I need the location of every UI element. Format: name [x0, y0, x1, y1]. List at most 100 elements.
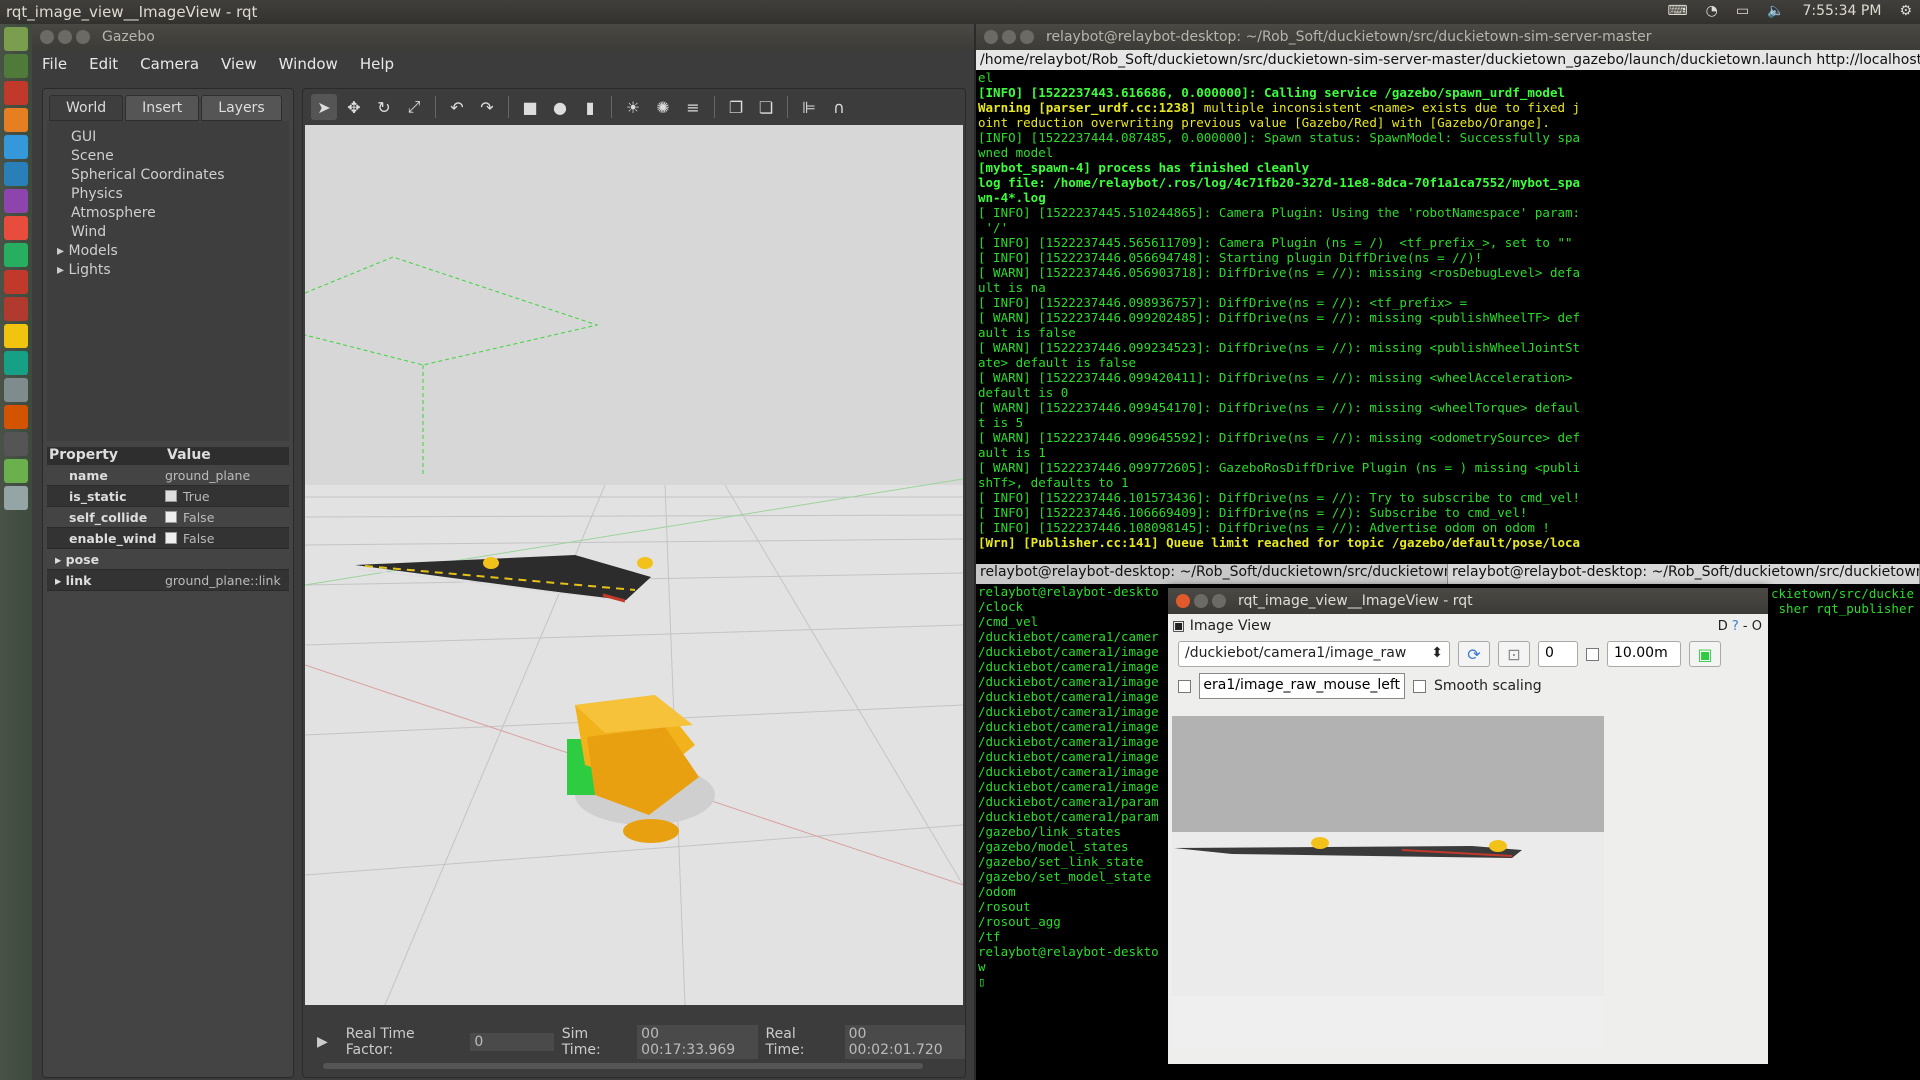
- box-icon[interactable]: ■: [517, 94, 543, 120]
- app-icon[interactable]: [4, 405, 28, 429]
- tab-layers[interactable]: Layers: [201, 95, 282, 121]
- sphere-icon[interactable]: ●: [547, 94, 573, 120]
- terminal-tab-2[interactable]: relaybot@relaybot-desktop: ~/Rob_Soft/du…: [1448, 564, 1920, 584]
- dock-label[interactable]: D: [1718, 619, 1728, 634]
- smooth-scaling-checkbox[interactable]: [1413, 679, 1426, 693]
- publish-mouse-checkbox[interactable]: [1178, 679, 1191, 693]
- close-icon[interactable]: [984, 30, 998, 44]
- scale-icon[interactable]: ⤢: [401, 94, 427, 120]
- tree-item[interactable]: Spherical Coordinates: [47, 167, 289, 186]
- terminal-icon[interactable]: [4, 432, 28, 456]
- menu-file[interactable]: File: [42, 55, 67, 73]
- minimize-icon[interactable]: [1194, 594, 1208, 608]
- tree-item[interactable]: Atmosphere: [47, 205, 289, 224]
- tab-insert[interactable]: Insert: [125, 95, 200, 121]
- mouse-topic-input[interactable]: era1/image_raw_mouse_left: [1199, 673, 1405, 699]
- table-row[interactable]: link ground_plane::link: [47, 570, 289, 591]
- tree-item[interactable]: GUI: [47, 129, 289, 148]
- close-icon[interactable]: [40, 30, 54, 44]
- render-viewport[interactable]: ➤ ✥ ↻ ⤢ ↶ ↷ ■ ● ▮ ☀ ✺ ≡ ❐ ❏ ⊫ ∩ ▶ Real T…: [302, 88, 966, 1078]
- app-icon[interactable]: [4, 270, 28, 294]
- tree-item-models[interactable]: Models: [47, 243, 289, 262]
- scrollbar[interactable]: [323, 1063, 923, 1069]
- snap-icon[interactable]: ∩: [826, 94, 852, 120]
- maximize-icon[interactable]: [76, 30, 90, 44]
- undo-icon[interactable]: ↶: [444, 94, 470, 120]
- menu-window[interactable]: Window: [279, 55, 338, 73]
- terminal-tab-1[interactable]: relaybot@relaybot-desktop: ~/Rob_Soft/du…: [976, 564, 1448, 584]
- 3d-scene[interactable]: [305, 125, 963, 1005]
- checkbox[interactable]: [165, 532, 177, 544]
- rotation-spinbox[interactable]: 0: [1538, 641, 1578, 667]
- table-row[interactable]: enable_wind False: [47, 528, 289, 549]
- app-icon[interactable]: [4, 297, 28, 321]
- dash-icon[interactable]: [4, 27, 28, 51]
- terminal-tab[interactable]: /home/relaybot/Rob_Soft/duckietown/src/d…: [976, 50, 1920, 70]
- wifi-icon[interactable]: ◔: [1706, 3, 1718, 19]
- close-icon[interactable]: [1176, 594, 1190, 608]
- menu-camera[interactable]: Camera: [140, 55, 199, 73]
- smooth-scaling-label: Smooth scaling: [1434, 678, 1542, 694]
- rotate-icon[interactable]: ↻: [371, 94, 397, 120]
- minimize-icon[interactable]: [1002, 30, 1016, 44]
- keyboard-icon[interactable]: ⌨: [1667, 3, 1687, 19]
- table-row[interactable]: is_static True: [47, 486, 289, 507]
- camera-image[interactable]: [1172, 716, 1604, 1046]
- translate-icon[interactable]: ✥: [341, 94, 367, 120]
- maximize-icon[interactable]: [1212, 594, 1226, 608]
- refresh-icon[interactable]: ⟳: [1458, 641, 1490, 667]
- tree-item[interactable]: Physics: [47, 186, 289, 205]
- menu-help[interactable]: Help: [360, 55, 394, 73]
- select-arrow-icon[interactable]: ➤: [311, 94, 337, 120]
- app-icon[interactable]: [4, 486, 28, 510]
- app-icon[interactable]: [4, 324, 28, 348]
- app-icon[interactable]: [4, 135, 28, 159]
- tree-item[interactable]: Wind: [47, 224, 289, 243]
- paste-icon[interactable]: ❏: [753, 94, 779, 120]
- app-icon[interactable]: [4, 243, 28, 267]
- firefox-icon[interactable]: [4, 108, 28, 132]
- checkbox[interactable]: [165, 490, 177, 502]
- topic-value: /duckiebot/camera1/image_raw: [1185, 645, 1407, 661]
- table-row[interactable]: self_collide False: [47, 507, 289, 528]
- table-row[interactable]: pose: [47, 549, 289, 570]
- prop-value: False: [183, 530, 215, 546]
- save-image-icon[interactable]: ▣: [1689, 641, 1721, 667]
- help-icon[interactable]: ?: [1732, 619, 1739, 634]
- tree-item-lights[interactable]: Lights: [47, 262, 289, 281]
- app-icon[interactable]: [4, 216, 28, 240]
- terminal-line: ckietown/src/duckie: [1771, 586, 1914, 601]
- app-icon[interactable]: [4, 378, 28, 402]
- tree-item[interactable]: Scene: [47, 148, 289, 167]
- files-icon[interactable]: [4, 54, 28, 78]
- align-icon[interactable]: ⊫: [796, 94, 822, 120]
- maximize-icon[interactable]: [1020, 30, 1034, 44]
- app-icon[interactable]: [4, 162, 28, 186]
- app-icon[interactable]: [4, 189, 28, 213]
- clock[interactable]: 7:55:34 PM: [1802, 3, 1881, 19]
- checkbox[interactable]: [165, 511, 177, 523]
- menu-view[interactable]: View: [221, 55, 257, 73]
- menu-edit[interactable]: Edit: [89, 55, 118, 73]
- cylinder-icon[interactable]: ▮: [577, 94, 603, 120]
- volume-icon[interactable]: 🔈: [1767, 3, 1784, 19]
- tab-world[interactable]: World: [49, 95, 124, 121]
- redo-icon[interactable]: ↷: [474, 94, 500, 120]
- topic-select[interactable]: /duckiebot/camera1/image_raw ⬍: [1178, 641, 1450, 667]
- zoom-icon[interactable]: ⊡: [1498, 641, 1530, 667]
- minimize-icon[interactable]: [58, 30, 72, 44]
- spotlight-icon[interactable]: ≡: [680, 94, 706, 120]
- sun-icon[interactable]: ☀: [620, 94, 646, 120]
- pointlight-icon[interactable]: ✺: [650, 94, 676, 120]
- gear-icon[interactable]: ⚙: [1899, 3, 1912, 19]
- terminal-window-top[interactable]: relaybot@relaybot-desktop: ~/Rob_Soft/du…: [976, 24, 1920, 564]
- copy-icon[interactable]: ❐: [723, 94, 749, 120]
- play-icon[interactable]: ▶: [317, 1034, 328, 1050]
- battery-icon[interactable]: ▭: [1736, 3, 1749, 19]
- app-icon[interactable]: [4, 459, 28, 483]
- table-row[interactable]: name ground_plane: [47, 465, 289, 486]
- app-icon[interactable]: [4, 81, 28, 105]
- dynamic-range-checkbox[interactable]: [1586, 647, 1599, 661]
- max-distance-spinbox[interactable]: 10.00m: [1607, 641, 1681, 667]
- app-icon[interactable]: [4, 351, 28, 375]
